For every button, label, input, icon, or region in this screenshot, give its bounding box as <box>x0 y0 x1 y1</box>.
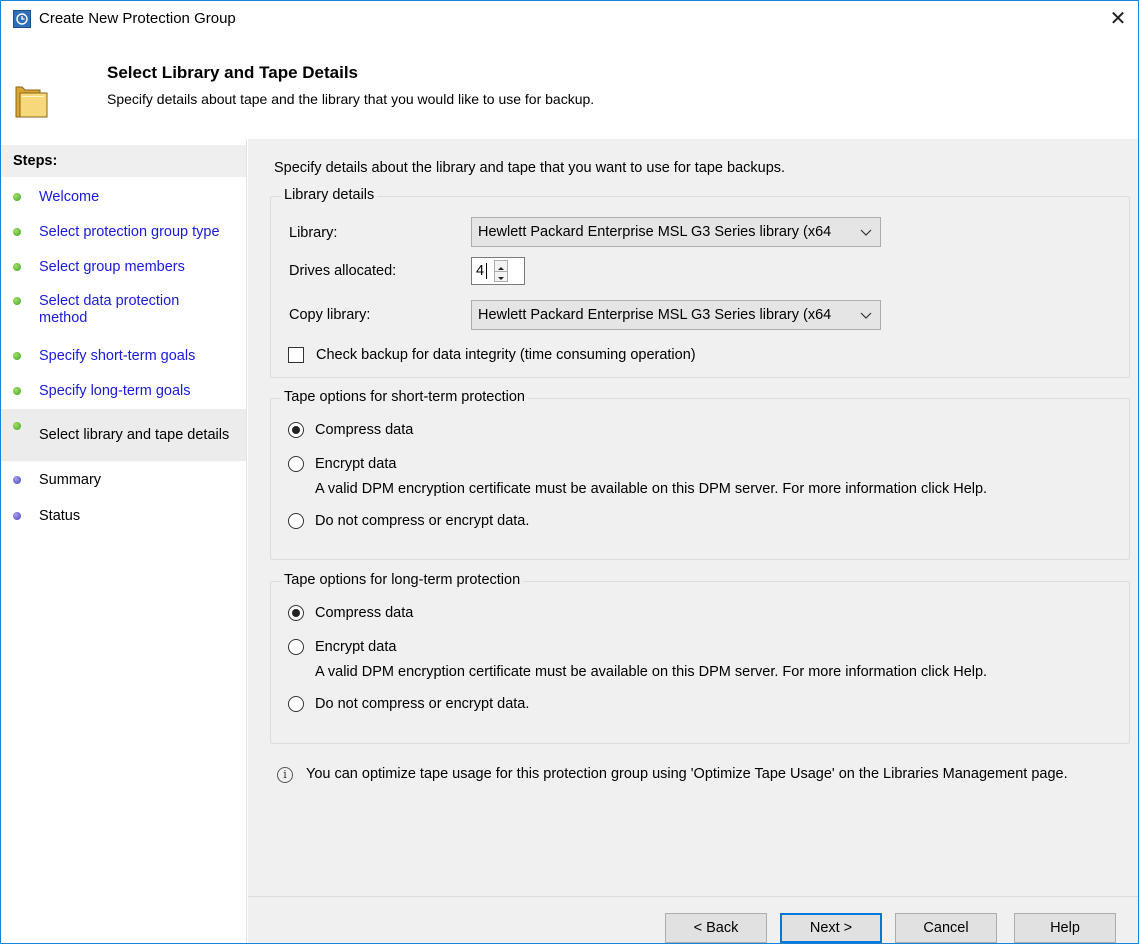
chevron-down-icon <box>860 309 872 325</box>
step-complete-dot-icon <box>13 422 21 430</box>
step-pending-dot-icon <box>13 476 21 484</box>
spin-buttons <box>494 260 508 282</box>
library-details-group: Library details Library: Hewlett Packard… <box>270 187 1130 378</box>
text-caret <box>486 263 487 279</box>
step-label: Status <box>39 508 81 524</box>
step-label: Select group members <box>39 259 185 275</box>
copy-library-dropdown[interactable]: Hewlett Packard Enterprise MSL G3 Series… <box>471 300 881 330</box>
close-button[interactable]: ✕ <box>1098 1 1138 37</box>
long-term-legend: Tape options for long-term protection <box>281 572 524 588</box>
help-button[interactable]: Help <box>1014 913 1116 943</box>
title-bar: Create New Protection Group ✕ <box>1 1 1138 37</box>
short-term-encrypt-label: Encrypt data <box>315 456 397 472</box>
page-title: Select Library and Tape Details <box>107 63 358 82</box>
library-label: Library: <box>289 225 338 241</box>
wizard-footer: < Back Next > Cancel Help <box>248 896 1138 943</box>
next-button[interactable]: Next > <box>780 913 882 943</box>
step-status: Status <box>1 507 246 527</box>
steps-heading-label: Steps: <box>13 153 58 169</box>
step-complete-dot-icon <box>13 263 21 271</box>
short-term-no-compress-radio[interactable] <box>288 513 304 529</box>
step-label: Summary <box>39 472 102 488</box>
step-complete-dot-icon <box>13 387 21 395</box>
intro-text: Specify details about the library and ta… <box>274 160 786 176</box>
copy-library-dropdown-value: Hewlett Packard Enterprise MSL G3 Series… <box>478 307 832 323</box>
library-dropdown-value: Hewlett Packard Enterprise MSL G3 Series… <box>478 224 832 240</box>
short-term-no-compress-label: Do not compress or encrypt data. <box>315 513 530 529</box>
step-specify-long-term-goals[interactable]: Specify long-term goals <box>1 382 246 402</box>
step-label: Select library and tape details <box>39 427 230 443</box>
dialog-window: Create New Protection Group ✕ Select Lib… <box>0 0 1139 944</box>
step-welcome[interactable]: Welcome <box>1 188 246 208</box>
drives-allocated-value: 4 <box>476 263 485 279</box>
close-icon: ✕ <box>1109 8 1127 30</box>
step-complete-dot-icon <box>13 352 21 360</box>
long-term-encrypt-label: Encrypt data <box>315 639 397 655</box>
short-term-compress-radio[interactable] <box>288 422 304 438</box>
info-icon: i <box>277 767 293 783</box>
wizard-header: Select Library and Tape Details Specify … <box>1 37 1138 138</box>
step-complete-dot-icon <box>13 228 21 236</box>
step-pending-dot-icon <box>13 512 21 520</box>
drives-allocated-stepper[interactable]: 4 <box>471 257 525 285</box>
cancel-button[interactable]: Cancel <box>895 913 997 943</box>
spin-down-button[interactable] <box>495 271 507 281</box>
window-title: Create New Protection Group <box>39 10 236 27</box>
long-term-no-compress-radio[interactable] <box>288 696 304 712</box>
chevron-down-icon <box>860 226 872 242</box>
long-term-no-compress-label: Do not compress or encrypt data. <box>315 696 530 712</box>
long-term-encrypt-note: A valid DPM encryption certificate must … <box>315 664 988 680</box>
short-term-compress-label: Compress data <box>315 422 414 438</box>
short-term-encrypt-radio[interactable] <box>288 456 304 472</box>
short-term-encrypt-note: A valid DPM encryption certificate must … <box>315 481 988 497</box>
page-subtitle: Specify details about tape and the libra… <box>107 91 595 107</box>
long-term-encrypt-radio[interactable] <box>288 639 304 655</box>
step-specify-short-term-goals[interactable]: Specify short-term goals <box>1 347 246 367</box>
step-select-group-members[interactable]: Select group members <box>1 258 246 278</box>
check-backup-checkbox[interactable] <box>288 347 304 363</box>
steps-heading: Steps: <box>1 145 246 177</box>
step-label: Select data protection method <box>39 293 180 326</box>
step-summary: Summary <box>1 471 246 491</box>
step-complete-dot-icon <box>13 193 21 201</box>
long-term-compress-label: Compress data <box>315 605 414 621</box>
long-term-compress-radio[interactable] <box>288 605 304 621</box>
library-details-legend: Library details <box>281 187 378 203</box>
short-term-legend: Tape options for short-term protection <box>281 389 528 405</box>
step-select-library-and-tape-details: Select library and tape details <box>1 409 246 461</box>
steps-panel: Steps: Welcome Select protection group t… <box>1 139 247 943</box>
optimize-tape-info-text: You can optimize tape usage for this pro… <box>306 766 1068 782</box>
long-term-tape-options-group: Tape options for long-term protection Co… <box>270 572 1130 744</box>
content-panel: Specify details about the library and ta… <box>248 139 1138 943</box>
step-label: Welcome <box>39 189 100 205</box>
step-complete-dot-icon <box>13 297 21 305</box>
step-select-protection-group-type[interactable]: Select protection group type <box>1 223 246 243</box>
step-label: Specify short-term goals <box>39 348 196 364</box>
app-clock-icon <box>13 10 31 28</box>
back-button[interactable]: < Back <box>665 913 767 943</box>
step-label: Select protection group type <box>39 224 220 240</box>
folder-icon <box>14 79 62 123</box>
step-label: Specify long-term goals <box>39 383 191 399</box>
short-term-tape-options-group: Tape options for short-term protection C… <box>270 389 1130 560</box>
check-backup-label: Check backup for data integrity (time co… <box>316 347 696 363</box>
drives-allocated-label: Drives allocated: <box>289 263 397 279</box>
library-dropdown[interactable]: Hewlett Packard Enterprise MSL G3 Series… <box>471 217 881 247</box>
copy-library-label: Copy library: <box>289 307 371 323</box>
step-select-data-protection-method[interactable]: Select data protection method <box>1 292 246 330</box>
